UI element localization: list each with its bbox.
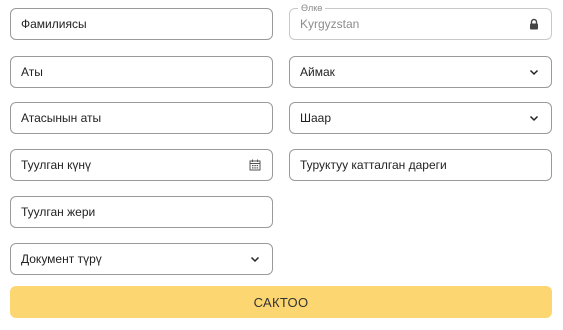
patronymic-placeholder: Атасынын аты [21,111,102,125]
lock-icon [527,17,541,31]
name-placeholder: Аты [21,65,43,79]
city-select[interactable]: Шаар [289,102,552,134]
birth-place-field[interactable]: Туулган жери [10,196,273,228]
region-select[interactable]: Аймак [289,56,552,88]
birth-place-placeholder: Туулган жери [21,205,96,219]
chevron-down-icon [527,111,541,125]
chevron-down-icon [527,65,541,79]
city-value: Шаар [300,111,332,125]
country-field: Өлкө Kyrgyzstan [289,2,552,40]
address-field[interactable]: Туруктуу катталган дареги [289,149,552,181]
birth-date-field[interactable]: Туулган күнү [10,149,273,181]
region-value: Аймак [300,65,335,79]
surname-field[interactable]: Фамилиясы [10,8,273,40]
address-placeholder: Туруктуу катталган дареги [300,158,447,172]
calendar-icon[interactable] [248,158,262,172]
save-button[interactable]: САКТОО [10,286,552,318]
patronymic-field[interactable]: Атасынын аты [10,102,273,134]
name-field[interactable]: Аты [10,56,273,88]
country-legend: Өлкө [298,2,326,14]
document-type-value: Документ түрү [21,252,102,266]
birth-date-placeholder: Туулган күнү [21,158,92,172]
country-value: Kyrgyzstan [300,17,360,31]
surname-placeholder: Фамилиясы [21,17,87,31]
registration-form: Фамилиясы Аты Атасынын аты Туулган күнү … [0,0,563,330]
document-type-select[interactable]: Документ түрү [10,243,273,275]
chevron-down-icon [248,252,262,266]
